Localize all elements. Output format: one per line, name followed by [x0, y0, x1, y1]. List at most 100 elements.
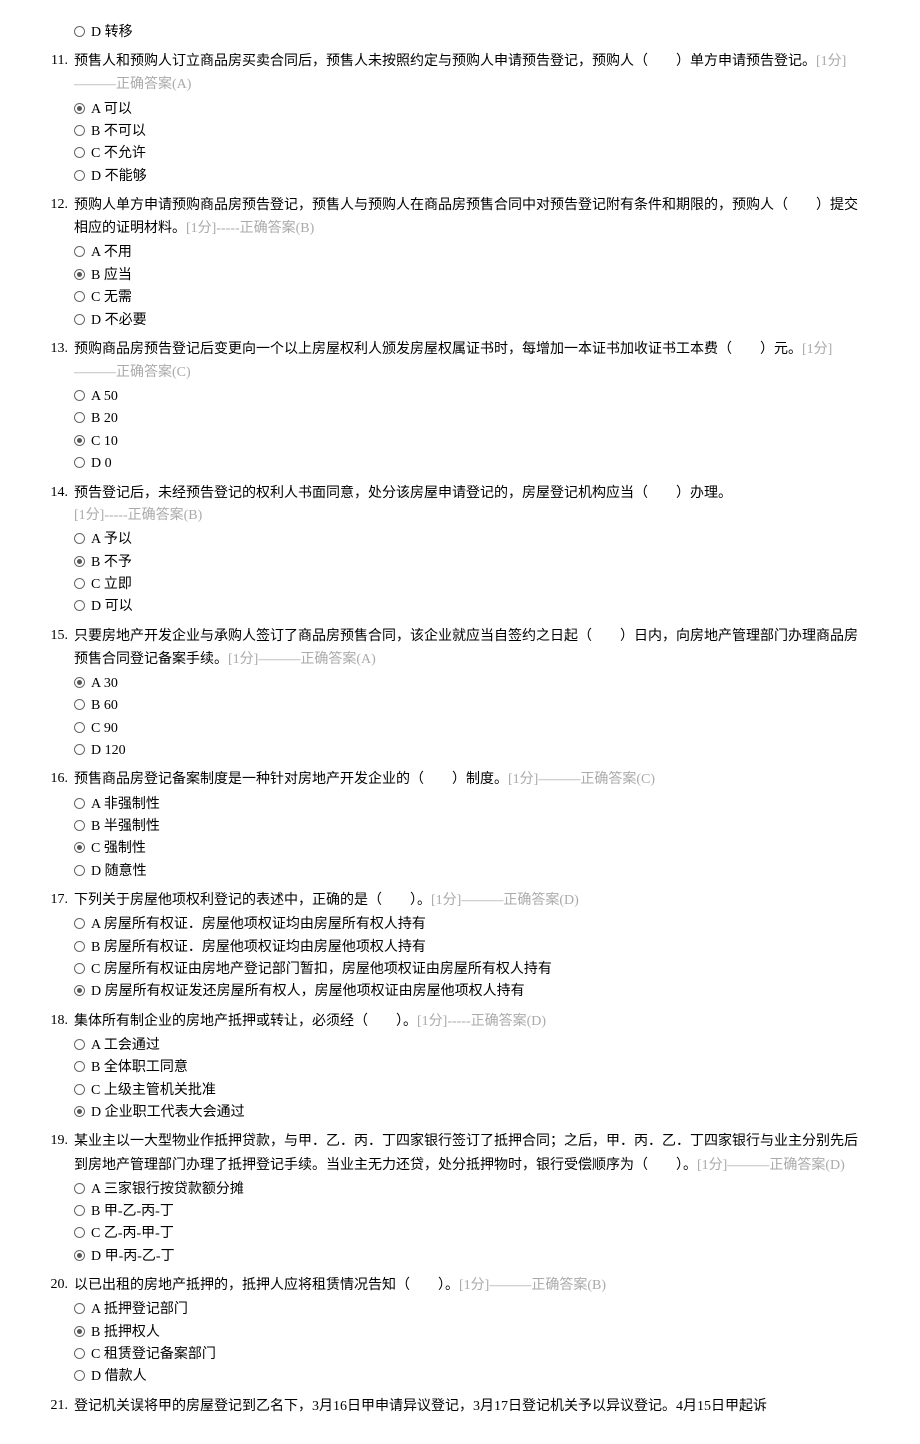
- option[interactable]: D 随意性: [74, 861, 860, 883]
- radio-icon[interactable]: [74, 314, 85, 325]
- radio-icon[interactable]: [74, 985, 85, 996]
- radio-icon[interactable]: [74, 865, 85, 876]
- option[interactable]: B 不予: [74, 552, 860, 574]
- option[interactable]: A 三家银行按贷款额分摊: [74, 1179, 860, 1201]
- radio-icon[interactable]: [74, 170, 85, 181]
- option[interactable]: C 房屋所有权证由房地产登记部门暂扣，房屋他项权证由房屋所有权人持有: [74, 959, 860, 981]
- radio-icon[interactable]: [74, 457, 85, 468]
- option[interactable]: A 房屋所有权证．房屋他项权证均由房屋所有权人持有: [74, 914, 860, 936]
- radio-icon[interactable]: [74, 578, 85, 589]
- option[interactable]: D 借款人: [74, 1366, 860, 1388]
- question: 15.只要房地产开发企业与承购人签订了商品房预售合同，该企业就应当自签约之日起（…: [40, 625, 860, 763]
- radio-icon[interactable]: [74, 918, 85, 929]
- option[interactable]: C 90: [74, 718, 860, 740]
- radio-icon[interactable]: [74, 699, 85, 710]
- option[interactable]: D 不能够: [74, 166, 860, 188]
- option[interactable]: C 强制性: [74, 838, 860, 860]
- radio-icon[interactable]: [74, 435, 85, 446]
- options-list: A 房屋所有权证．房屋他项权证均由房屋所有权人持有B 房屋所有权证．房屋他项权证…: [74, 914, 860, 1004]
- option[interactable]: A 不用: [74, 242, 860, 264]
- option[interactable]: C 10: [74, 431, 860, 453]
- option[interactable]: A 工会通过: [74, 1035, 860, 1057]
- radio-icon[interactable]: [74, 1039, 85, 1050]
- question-number: 16.: [40, 768, 74, 883]
- option[interactable]: D 房屋所有权证发还房屋所有权人，房屋他项权证由房屋他项权人持有: [74, 981, 860, 1003]
- question-body: 以已出租的房地产抵押的，抵押人应将租赁情况告知（ ）。[1分]———正确答案(B…: [74, 1274, 860, 1389]
- option[interactable]: C 不允许: [74, 143, 860, 165]
- radio-icon[interactable]: [74, 291, 85, 302]
- option[interactable]: C 上级主管机关批准: [74, 1080, 860, 1102]
- radio-icon[interactable]: [74, 246, 85, 257]
- question-meta: [1分]———正确答案(A): [228, 652, 376, 667]
- option[interactable]: A 抵押登记部门: [74, 1299, 860, 1321]
- option-label: B 应当: [91, 265, 132, 287]
- radio-icon[interactable]: [74, 103, 85, 114]
- radio-icon[interactable]: [74, 798, 85, 809]
- option[interactable]: C 立即: [74, 574, 860, 596]
- radio-icon[interactable]: [74, 125, 85, 136]
- option[interactable]: A 50: [74, 386, 860, 408]
- radio-icon[interactable]: [74, 412, 85, 423]
- option[interactable]: C 无需: [74, 287, 860, 309]
- option-label: B 半强制性: [91, 816, 160, 838]
- radio-icon[interactable]: [74, 600, 85, 611]
- radio-icon[interactable]: [74, 1250, 85, 1261]
- option[interactable]: C 乙-丙-甲-丁: [74, 1223, 860, 1245]
- option-label: A 抵押登记部门: [91, 1299, 188, 1321]
- radio-icon[interactable]: [74, 1227, 85, 1238]
- option[interactable]: B 应当: [74, 265, 860, 287]
- radio-icon[interactable]: [74, 842, 85, 853]
- option[interactable]: D 不必要: [74, 310, 860, 332]
- question: 17.下列关于房屋他项权利登记的表述中，正确的是（ ）。[1分]———正确答案(…: [40, 889, 860, 1004]
- option[interactable]: D 转移: [74, 22, 860, 44]
- question-body: 登记机关误将甲的房屋登记到乙名下，3月16日甲申请异议登记，3月17日登记机关予…: [74, 1395, 860, 1418]
- radio-icon[interactable]: [74, 556, 85, 567]
- radio-icon[interactable]: [74, 390, 85, 401]
- question: D 转移: [40, 20, 860, 44]
- radio-icon[interactable]: [74, 722, 85, 733]
- radio-icon[interactable]: [74, 1205, 85, 1216]
- radio-icon[interactable]: [74, 1326, 85, 1337]
- option[interactable]: D 企业职工代表大会通过: [74, 1102, 860, 1124]
- radio-icon[interactable]: [74, 269, 85, 280]
- option-label: C 租赁登记备案部门: [91, 1344, 216, 1366]
- option[interactable]: B 不可以: [74, 121, 860, 143]
- option[interactable]: B 半强制性: [74, 816, 860, 838]
- radio-icon[interactable]: [74, 533, 85, 544]
- option[interactable]: B 房屋所有权证．房屋他项权证均由房屋他项权人持有: [74, 937, 860, 959]
- radio-icon[interactable]: [74, 1061, 85, 1072]
- radio-icon[interactable]: [74, 677, 85, 688]
- option-label: A 非强制性: [91, 794, 160, 816]
- radio-icon[interactable]: [74, 1370, 85, 1381]
- radio-icon[interactable]: [74, 147, 85, 158]
- radio-icon[interactable]: [74, 26, 85, 37]
- option[interactable]: A 30: [74, 673, 860, 695]
- radio-icon[interactable]: [74, 1084, 85, 1095]
- question-meta: [1分]-----正确答案(D): [417, 1014, 546, 1029]
- radio-icon[interactable]: [74, 1303, 85, 1314]
- option[interactable]: B 全体职工同意: [74, 1057, 860, 1079]
- option[interactable]: C 租赁登记备案部门: [74, 1344, 860, 1366]
- option-label: B 不予: [91, 552, 132, 574]
- radio-icon[interactable]: [74, 820, 85, 831]
- option[interactable]: D 可以: [74, 596, 860, 618]
- question-body: 预购人单方申请预购商品房预告登记，预售人与预购人在商品房预售合同中对预告登记附有…: [74, 194, 860, 332]
- option[interactable]: D 0: [74, 453, 860, 475]
- option[interactable]: A 可以: [74, 99, 860, 121]
- option[interactable]: A 予以: [74, 529, 860, 551]
- option[interactable]: D 甲-丙-乙-丁: [74, 1246, 860, 1268]
- option[interactable]: B 抵押权人: [74, 1322, 860, 1344]
- question-text: 下列关于房屋他项权利登记的表述中，正确的是（ ）。[1分]———正确答案(D): [74, 889, 860, 912]
- radio-icon[interactable]: [74, 1183, 85, 1194]
- radio-icon[interactable]: [74, 963, 85, 974]
- option[interactable]: B 甲-乙-丙-丁: [74, 1201, 860, 1223]
- radio-icon[interactable]: [74, 941, 85, 952]
- radio-icon[interactable]: [74, 1106, 85, 1117]
- radio-icon[interactable]: [74, 744, 85, 755]
- option[interactable]: A 非强制性: [74, 794, 860, 816]
- option[interactable]: B 20: [74, 408, 860, 430]
- radio-icon[interactable]: [74, 1348, 85, 1359]
- option-label: B 抵押权人: [91, 1322, 160, 1344]
- option[interactable]: D 120: [74, 740, 860, 762]
- option[interactable]: B 60: [74, 695, 860, 717]
